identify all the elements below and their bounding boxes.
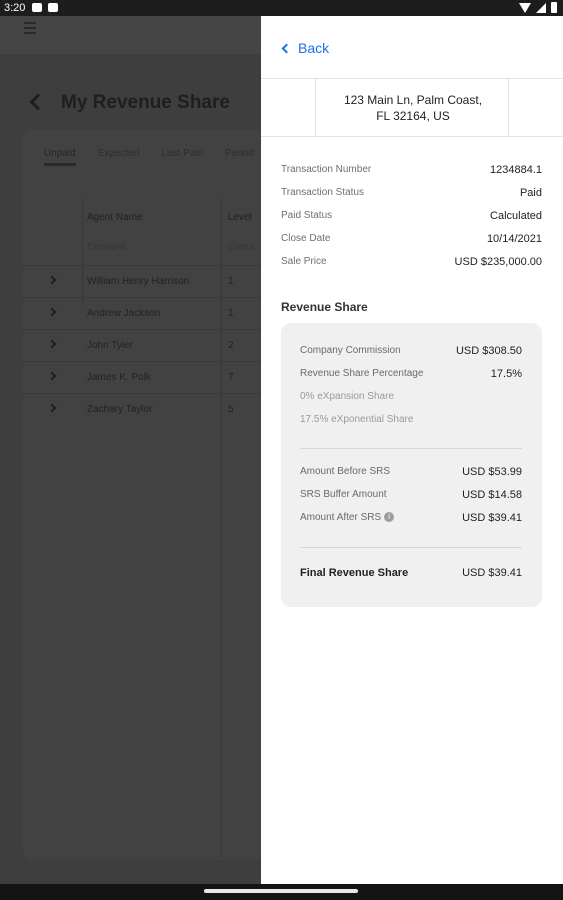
- chevron-right-icon[interactable]: [47, 339, 57, 349]
- address-line-1: 123 Main Ln, Palm Coast,: [343, 93, 483, 107]
- detail-label: Close Date: [281, 233, 331, 244]
- divider: [300, 547, 522, 548]
- rs-label: 17.5% eXponential Share: [300, 414, 414, 425]
- divider: [261, 136, 563, 137]
- column-header-agent-name[interactable]: Agent Name: [87, 212, 143, 223]
- divider: [300, 448, 522, 449]
- rs-final-value: USD $39.41: [462, 567, 522, 579]
- page-title: My Revenue Share: [61, 92, 230, 113]
- rs-value: USD $14.58: [462, 489, 522, 501]
- agent-level: 2: [228, 340, 234, 351]
- table-row[interactable]: John Tyler 2: [23, 329, 283, 361]
- rs-final-label: Final Revenue Share: [300, 567, 409, 579]
- address-box: 123 Main Ln, Palm Coast, FL 32164, US: [315, 79, 509, 137]
- level-filter[interactable]: Conta: [228, 242, 255, 253]
- agent-level: 1: [228, 276, 234, 287]
- table-row[interactable]: James K. Polk 7: [23, 361, 283, 393]
- detail-value: Calculated: [490, 210, 542, 222]
- back-label: Back: [298, 40, 330, 56]
- detail-value: Paid: [519, 187, 542, 199]
- revenue-share-heading: Revenue Share: [281, 300, 368, 314]
- rs-value: USD $308.50: [455, 345, 522, 357]
- rs-value: USD $53.99: [462, 466, 522, 478]
- table-row[interactable]: Zachary Taylor 5: [23, 393, 283, 425]
- address-line-2: FL 32164, US: [376, 109, 450, 123]
- agent-level: 1: [228, 308, 234, 319]
- rs-label: Amount After SRS i: [300, 512, 395, 523]
- back-button[interactable]: Back: [281, 40, 330, 56]
- revenue-share-card: Company Commission USD $308.50 Revenue S…: [281, 323, 542, 607]
- agent-level: 7: [228, 372, 234, 383]
- rs-label: SRS Buffer Amount: [300, 489, 387, 500]
- detail-value: 10/14/2021: [486, 233, 542, 245]
- chevron-left-icon: [281, 43, 292, 53]
- detail-label: Paid Status: [281, 210, 333, 221]
- rs-label: Revenue Share Percentage: [300, 368, 424, 379]
- rs-label-text: Amount After SRS: [300, 512, 382, 523]
- wifi-icon: [519, 2, 531, 13]
- column-header-level[interactable]: Level: [228, 212, 252, 223]
- tab-expected[interactable]: Expected: [98, 148, 140, 166]
- agent-name: Zachary Taylor: [87, 404, 153, 415]
- rs-label: 0% eXpansion Share: [300, 391, 394, 402]
- menu-icon[interactable]: [24, 22, 36, 37]
- detail-label: Transaction Number: [281, 164, 372, 175]
- background-back-icon[interactable]: [29, 93, 47, 111]
- rs-label: Amount Before SRS: [300, 466, 391, 477]
- revenue-table-card: Unpaid Expected Last Paid Period Agent N…: [23, 130, 283, 860]
- system-nav-bar: [0, 884, 563, 900]
- detail-value: 1234884.1: [490, 164, 542, 176]
- battery-icon: [551, 2, 557, 13]
- agent-level: 5: [228, 404, 234, 415]
- rs-value: USD $39.41: [462, 512, 522, 524]
- chevron-right-icon[interactable]: [47, 403, 57, 413]
- agent-name-filter[interactable]: Contains: [87, 242, 126, 253]
- agent-name: James K. Polk: [87, 372, 151, 383]
- agent-name: Andrew Jackson: [87, 308, 161, 319]
- detail-label: Transaction Status: [281, 187, 365, 198]
- app-notification-icon: [48, 3, 58, 12]
- tab-bar: Unpaid Expected Last Paid Period: [44, 148, 254, 166]
- transaction-detail-panel: Back 123 Main Ln, Palm Coast, FL 32164, …: [261, 16, 563, 884]
- rs-value: 17.5%: [490, 368, 522, 380]
- chevron-right-icon[interactable]: [47, 307, 57, 317]
- chevron-right-icon[interactable]: [47, 275, 57, 285]
- chevron-right-icon[interactable]: [47, 371, 57, 381]
- cell-signal-icon: [536, 2, 546, 13]
- info-icon[interactable]: i: [384, 512, 395, 523]
- table-row[interactable]: Andrew Jackson 1: [23, 297, 283, 329]
- tab-period[interactable]: Period: [225, 148, 254, 166]
- detail-label: Sale Price: [281, 256, 327, 267]
- home-gesture-handle[interactable]: [204, 889, 358, 893]
- agent-name: John Tyler: [87, 340, 133, 351]
- status-bar: 3:20: [0, 0, 563, 16]
- agent-name: William Henry Harrison: [87, 276, 190, 287]
- status-time: 3:20: [4, 2, 26, 14]
- table-row[interactable]: William Henry Harrison 1: [23, 265, 283, 297]
- detail-value: USD $235,000.00: [454, 256, 542, 268]
- rs-label: Company Commission: [300, 345, 401, 356]
- tab-last-paid[interactable]: Last Paid: [161, 148, 203, 166]
- tab-unpaid[interactable]: Unpaid: [44, 148, 76, 166]
- message-notification-icon: [32, 3, 42, 12]
